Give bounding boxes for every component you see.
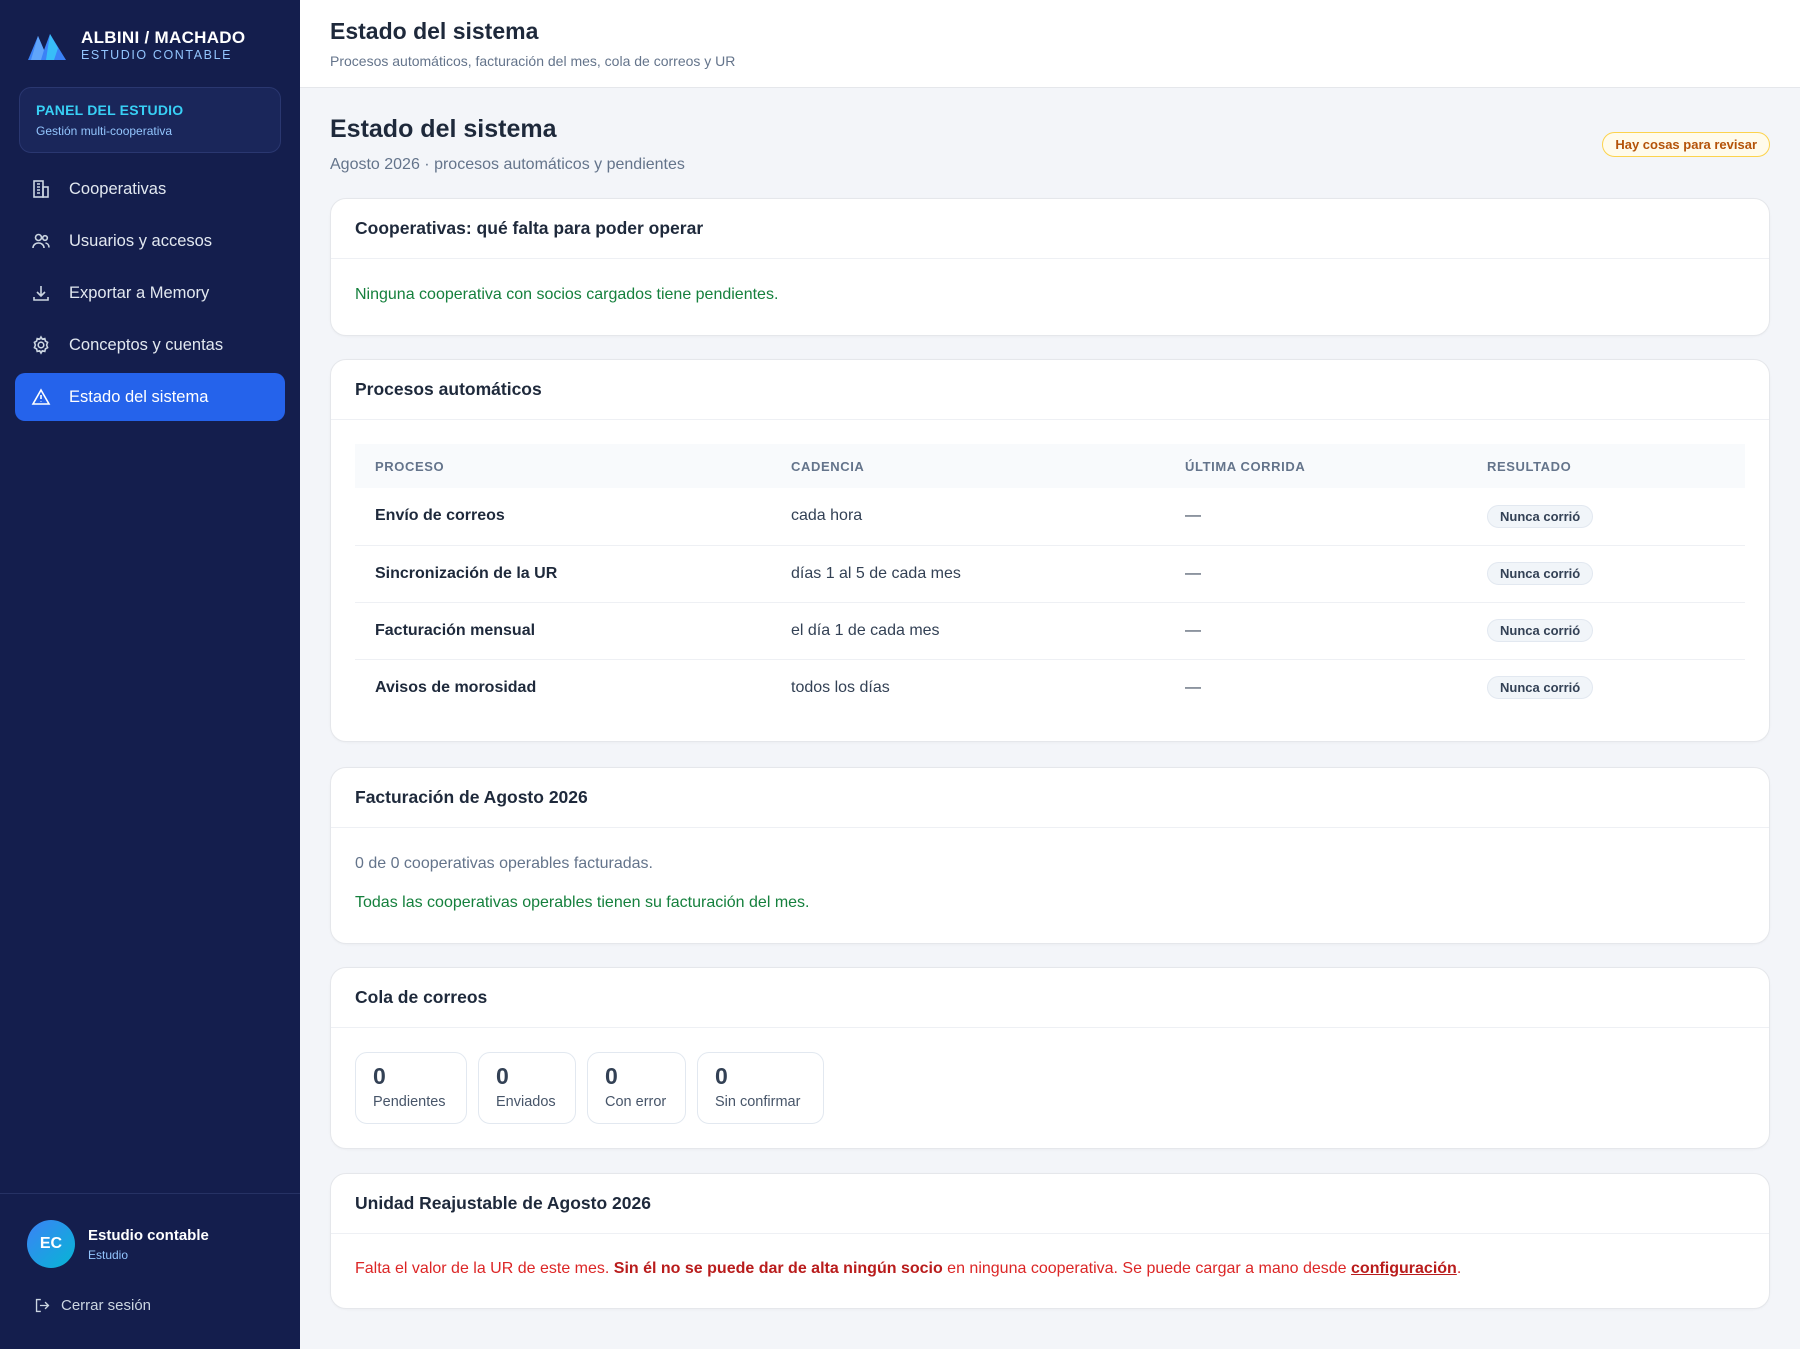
facturacion-message: Todas las cooperativas operables tienen … [355,894,810,911]
sidebar-divider [0,1193,300,1194]
panel-card: PANEL DEL ESTUDIO Gestión multi-cooperat… [19,87,281,153]
resultado-pill: Nunca corrió [1487,562,1594,585]
avatar: EC [27,1220,75,1268]
resultado-pill: Nunca corrió [1487,676,1594,700]
facturacion-card: Facturación de Agosto 2026 0 de 0 cooper… [330,767,1770,944]
stat-value: 0 [715,1063,728,1089]
col-resultado: RESULTADO [1487,458,1572,474]
stat-enviados[interactable]: 0 Enviados [478,1052,576,1124]
proceso-cell: Facturación mensual [355,602,771,660]
stat-sin-confirmar[interactable]: 0 Sin confirmar [697,1052,824,1124]
stat-label: Sin confirmar [715,1094,801,1110]
coops-card-title: Cooperativas: qué falta para poder opera… [331,199,1769,259]
col-ultima-corrida: ÚLTIMA CORRIDA [1185,458,1306,474]
coops-card: Cooperativas: qué falta para poder opera… [330,198,1770,336]
table-row: Sincronización de la UR días 1 al 5 de c… [355,545,1745,603]
procesos-table: PROCESO CADENCIA ÚLTIMA CORRIDA RESULTAD… [355,444,1745,716]
procesos-card-title: Procesos automáticos [331,360,1769,420]
ur-message-part: Falta el valor de la UR de este mes. [355,1260,614,1277]
warning-icon [31,388,51,405]
cola-stats: 0 Pendientes 0 Enviados 0 Con error 0 Si… [355,1052,1745,1124]
stat-label: Enviados [496,1094,556,1110]
sidebar-item-label: Exportar a Memory [69,283,210,302]
sidebar-item-label: Cooperativas [69,179,167,198]
stat-label: Pendientes [373,1094,446,1110]
panel-title: PANEL DEL ESTUDIO [36,102,184,118]
page-title: Estado del sistema [330,115,557,143]
stat-value: 0 [496,1063,509,1089]
sidebar-item-label: Usuarios y accesos [69,231,213,250]
topbar-subtitle: Procesos automáticos, facturación del me… [330,53,736,69]
sidebar-item-cooperativas[interactable]: Cooperativas [15,165,285,213]
ultima-cell: — [1165,545,1467,603]
sidebar-item-exportar[interactable]: Exportar a Memory [15,269,285,317]
users-icon [32,233,50,249]
sidebar-item-label: Estado del sistema [69,387,209,406]
table-row: Envío de correos cada hora — Nunca corri… [355,488,1745,546]
sidebar-item-label: Conceptos y cuentas [69,335,224,354]
procesos-card: Procesos automáticos PROCESO CADENCIA ÚL… [330,359,1770,742]
ultima-cell: — [1165,602,1467,660]
ur-message-emphasis: Sin él no se puede dar de alta ningún so… [613,1260,943,1277]
cadencia-cell: todos los días [791,678,890,696]
sidebar: ALBINI / MACHADO ESTUDIO CONTABLE PANEL … [0,0,300,1349]
proceso-cell: Sincronización de la UR [355,545,771,603]
page-subtitle: Agosto 2026 · procesos automáticos y pen… [330,156,685,173]
col-cadencia: CADENCIA [791,458,865,474]
logout-button[interactable]: Cerrar sesión [34,1297,151,1314]
resultado-pill: Nunca corrió [1487,504,1594,528]
topbar-title: Estado del sistema [330,18,539,44]
brand-subtitle: ESTUDIO CONTABLE [81,48,233,62]
logout-label: Cerrar sesión [61,1297,152,1314]
sidebar-nav: Cooperativas Usuarios y accesos Exportar… [15,165,285,425]
panel-subtitle: Gestión multi-cooperativa [36,124,173,138]
page-header: Estado del sistema Agosto 2026 · proceso… [330,115,685,174]
ur-message: Falta el valor de la UR de este mes. Sin… [355,1260,1745,1278]
user-profile[interactable]: EC Estudio contable Estudio [27,1220,209,1268]
user-name: Estudio contable [88,1226,209,1244]
table-header-row: PROCESO CADENCIA ÚLTIMA CORRIDA RESULTAD… [355,444,1745,488]
stat-pendientes[interactable]: 0 Pendientes [355,1052,467,1124]
brand-logo-icon [28,33,66,60]
proceso-cell: Envío de correos [355,488,771,546]
configuracion-link[interactable]: configuración [1351,1260,1457,1277]
user-role: Estudio [88,1247,129,1262]
table-row: Avisos de morosidad todos los días — Nun… [355,659,1745,716]
topbar: Estado del sistema Procesos automáticos,… [300,0,1800,88]
col-proceso: PROCESO [375,458,445,474]
brand[interactable]: ALBINI / MACHADO ESTUDIO CONTABLE [27,28,245,63]
cola-card-title: Cola de correos [331,968,1769,1028]
cadencia-cell: cada hora [771,488,1165,546]
status-badge: Hay cosas para revisar [1602,132,1770,157]
facturacion-count: 0 de 0 cooperativas operables facturadas… [355,855,653,872]
sidebar-item-usuarios[interactable]: Usuarios y accesos [15,217,285,265]
ur-card: Unidad Reajustable de Agosto 2026 Falta … [330,1173,1770,1309]
stat-label: Con error [605,1094,667,1110]
brand-name: ALBINI / MACHADO [81,28,246,47]
coops-message: Ninguna cooperativa con socios cargados … [355,286,779,303]
ur-message-part: . [1456,1260,1462,1277]
resultado-pill: Nunca corrió [1487,619,1594,642]
table-row: Facturación mensual el día 1 de cada mes… [355,602,1745,660]
logout-icon [35,1298,50,1313]
gear-icon [33,335,49,355]
stat-value: 0 [373,1063,386,1089]
building-icon [33,180,49,198]
proceso-cell: Avisos de morosidad [375,678,537,696]
download-icon [33,286,49,301]
cadencia-cell: días 1 al 5 de cada mes [771,545,1165,603]
stat-value: 0 [605,1063,618,1089]
sidebar-item-conceptos[interactable]: Conceptos y cuentas [15,321,285,369]
ultima-cell: — [1185,678,1201,696]
stat-con-error[interactable]: 0 Con error [587,1052,686,1124]
sidebar-item-estado[interactable]: Estado del sistema [15,373,285,421]
ur-message-part: en ninguna cooperativa. Se puede cargar … [942,1260,1352,1277]
ur-card-title: Unidad Reajustable de Agosto 2026 [331,1174,1769,1234]
cola-card: Cola de correos 0 Pendientes 0 Enviados … [330,967,1770,1149]
facturacion-card-title: Facturación de Agosto 2026 [331,768,1769,828]
cadencia-cell: el día 1 de cada mes [771,602,1165,660]
ultima-cell: — [1165,488,1467,546]
